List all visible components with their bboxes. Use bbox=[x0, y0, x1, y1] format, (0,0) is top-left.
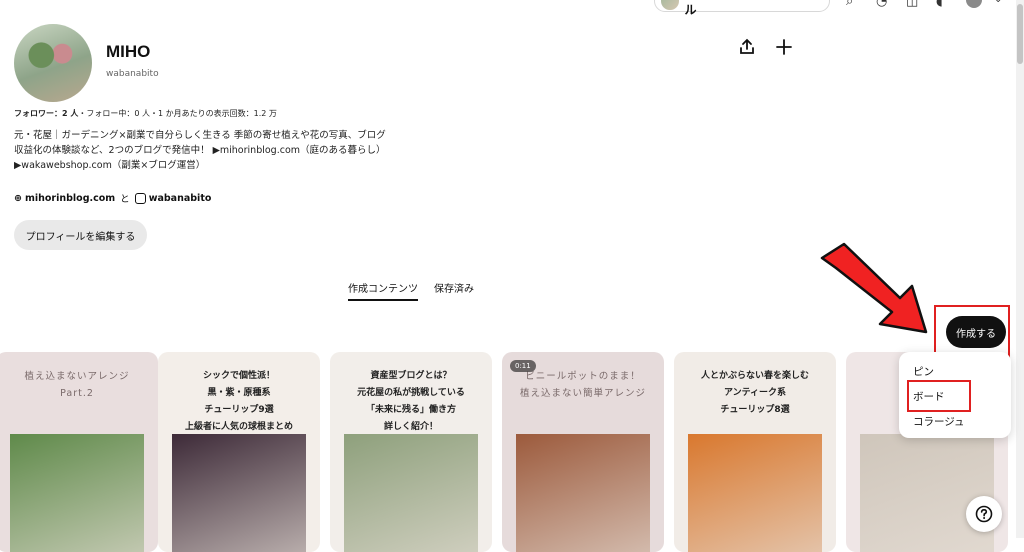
instagram-link[interactable]: wabanabito bbox=[149, 193, 212, 204]
create-button[interactable]: 作成する bbox=[946, 316, 1006, 348]
profile-stats: フォロワー：2 人・フォロー中：0 人・1 か月あたりの表示回数：1.2 万 bbox=[14, 108, 277, 119]
pin-title: 人とかぶらない春を楽しむ アンティーク系 チューリップ8選 bbox=[700, 371, 809, 415]
menu-item-pin[interactable]: ピン bbox=[913, 364, 934, 379]
monthly-views: ・1 か月あたりの表示回数：1.2 万 bbox=[150, 109, 277, 118]
profile-name: MIHO bbox=[106, 42, 151, 61]
pin-card[interactable]: 人とかぶらない春を楽しむ アンティーク系 チューリップ8選 bbox=[674, 352, 836, 552]
profile-handle: wabanabito bbox=[106, 69, 159, 79]
pin-image bbox=[172, 434, 306, 552]
website-link[interactable]: mihorinblog.com bbox=[25, 193, 115, 204]
pin-title: シックで個性派！ 黒・紫・原種系 チューリップ9選 上級者に人気の球根まとめ bbox=[184, 371, 293, 432]
add-button[interactable] bbox=[770, 33, 798, 61]
link-separator: と bbox=[120, 194, 130, 205]
help-button[interactable] bbox=[966, 496, 1002, 532]
mini-avatar bbox=[661, 0, 679, 10]
pin-title: 資産型ブログとは？ 元花屋の私が挑戦している 「未来に残る」働き方 詳しく紹介！ bbox=[357, 371, 465, 432]
instagram-icon bbox=[134, 192, 146, 204]
pin-image bbox=[516, 434, 650, 552]
search-icon[interactable]: ⌕ bbox=[846, 0, 860, 9]
notification-icon[interactable]: ◔ bbox=[876, 0, 890, 9]
pin-card[interactable]: シックで個性派！ 黒・紫・原種系 チューリップ9選 上級者に人気の球根まとめ bbox=[158, 352, 320, 552]
share-icon bbox=[740, 38, 754, 54]
pin-title: ビニールポットのまま！ 植え込まない簡単アレンジ bbox=[519, 371, 646, 399]
tab-created[interactable]: 作成コンテンツ bbox=[348, 280, 418, 301]
share-button[interactable] bbox=[733, 33, 761, 61]
scrollbar[interactable] bbox=[1016, 0, 1024, 538]
pin-card[interactable]: ビニールポットのまま！ 植え込まない簡単アレンジ 0:11 bbox=[502, 352, 664, 552]
chevron-down-icon[interactable]: ⌄ bbox=[994, 0, 1008, 8]
board-item-highlight bbox=[907, 380, 971, 412]
pin-image bbox=[688, 434, 822, 552]
following-count[interactable]: ・フォロー中：0 人 bbox=[78, 109, 150, 118]
profile-avatar bbox=[14, 24, 92, 102]
plus-icon bbox=[776, 39, 792, 55]
account-avatar-icon[interactable] bbox=[966, 0, 982, 8]
pin-image bbox=[344, 434, 478, 552]
edit-profile-button[interactable]: プロフィールを編集する bbox=[14, 220, 147, 250]
video-duration-badge: 0:11 bbox=[510, 360, 536, 372]
pin-card[interactable]: 資産型ブログとは？ 元花屋の私が挑戦している 「未来に残る」働き方 詳しく紹介！ bbox=[330, 352, 492, 552]
followers-label: フォロワー： bbox=[14, 109, 62, 118]
pin-image bbox=[860, 434, 994, 552]
pin-title: 植え込まないアレンジ Part.2 bbox=[24, 371, 130, 399]
profile-bio: 元・花屋｜ガーデニング×副業で自分らしく生きる 季節の寄せ植えや花の写真、ブログ… bbox=[14, 130, 386, 171]
profile-pill[interactable]: MIHO さんのプロフィール bbox=[654, 0, 830, 17]
message-icon[interactable]: ◫ bbox=[906, 0, 920, 9]
globe-icon: ⊕ bbox=[14, 192, 22, 204]
pin-card[interactable]: 植え込まないアレンジ Part.2 bbox=[0, 352, 158, 552]
scrollbar-thumb[interactable] bbox=[1017, 4, 1023, 64]
pin-image bbox=[10, 434, 144, 552]
bell-icon[interactable]: ◖ bbox=[936, 0, 950, 9]
help-icon bbox=[975, 505, 993, 523]
followers-count[interactable]: 2 人 bbox=[62, 109, 78, 118]
profile-pill-label: MIHO さんのプロフィール bbox=[684, 3, 697, 17]
annotation-arrow-icon bbox=[820, 242, 928, 334]
profile-links: ⊕ mihorinblog.com と wabanabito bbox=[14, 191, 211, 205]
tab-saved[interactable]: 保存済み bbox=[434, 280, 474, 295]
menu-item-collage[interactable]: コラージュ bbox=[913, 414, 965, 429]
